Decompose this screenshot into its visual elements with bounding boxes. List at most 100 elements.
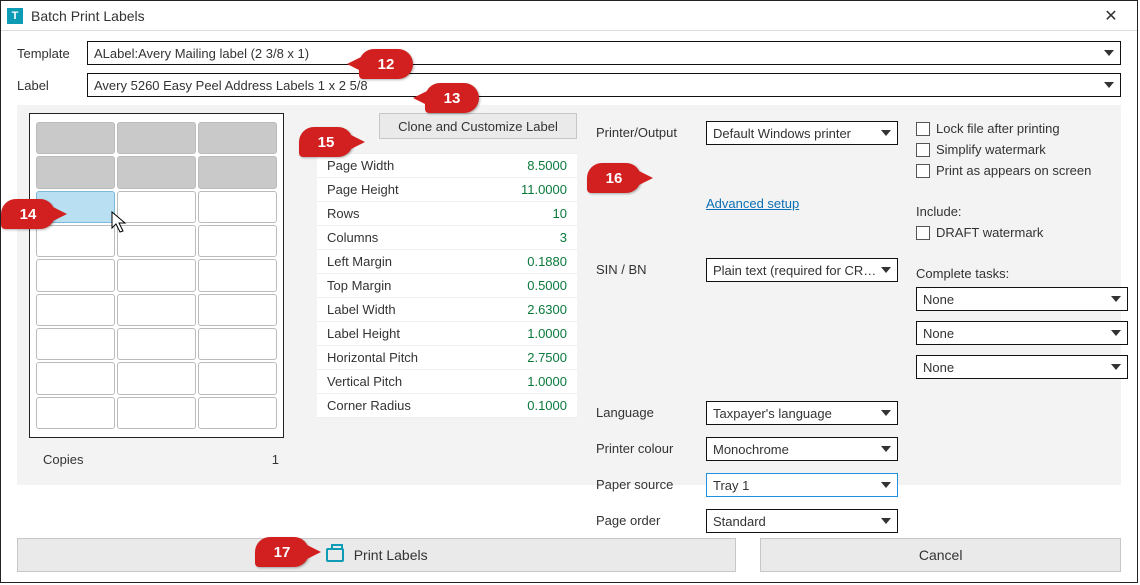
spec-label: Horizontal Pitch [327,350,418,365]
draft-watermark-label: DRAFT watermark [936,225,1043,240]
clone-customize-button[interactable]: Clone and Customize Label [379,113,577,139]
spec-value: 8.5000 [527,158,567,173]
spec-row: Horizontal Pitch 2.7500 [317,346,577,370]
template-label: Template [17,46,87,61]
lock-file-checkbox[interactable] [916,122,930,136]
complete-task-select-3[interactable]: None [916,355,1128,379]
print-as-screen-label: Print as appears on screen [936,163,1091,178]
chevron-down-icon [881,482,891,488]
spec-label: Left Margin [327,254,392,269]
simplify-watermark-label: Simplify watermark [936,142,1046,157]
printer-icon [326,548,344,562]
complete-task-select-1[interactable]: None [916,287,1128,311]
sin-bn-select[interactable]: Plain text (required for CRA co [706,258,898,282]
spec-label: Corner Radius [327,398,411,413]
chevron-down-icon [1104,50,1114,56]
chevron-down-icon [881,267,891,273]
label-value: Avery 5260 Easy Peel Address Labels 1 x … [94,78,1104,93]
language-select[interactable]: Taxpayer's language [706,401,898,425]
label-cell[interactable] [36,122,115,154]
label-cell[interactable] [198,259,277,291]
page-order-label: Page order [596,509,696,533]
spec-row: Vertical Pitch1.0000 [317,370,577,394]
complete-task-select-2[interactable]: None [916,321,1128,345]
printer-colour-select[interactable]: Monochrome [706,437,898,461]
draft-watermark-checkbox[interactable] [916,226,930,240]
spec-label: Label Height [327,326,400,341]
spec-label: Label Width [327,302,396,317]
label-cell[interactable] [36,225,115,257]
callout-14: 14 [1,199,55,229]
label-cell[interactable] [36,362,115,394]
chevron-down-icon [881,130,891,136]
label-cell[interactable] [117,397,196,429]
spec-label: Columns [327,230,378,245]
complete-task-value-1: None [923,292,1111,307]
copies-label: Copies [43,452,83,467]
paper-source-select[interactable]: Tray 1 [706,473,898,497]
close-icon[interactable]: ✕ [1091,2,1131,30]
template-select[interactable]: ALabel:Avery Mailing label (2 3/8 x 1) [87,41,1121,65]
label-cell[interactable] [117,156,196,188]
spec-value: 0.5000 [527,278,567,293]
complete-task-value-3: None [923,360,1111,375]
printer-output-select[interactable]: Default Windows printer [706,121,898,145]
label-cell[interactable] [198,362,277,394]
print-labels-label: Print Labels [354,547,428,563]
spec-row: Top Margin 0.5000 [317,274,577,298]
spec-value: 2.6300 [527,302,567,317]
label-select[interactable]: Avery 5260 Easy Peel Address Labels 1 x … [87,73,1121,97]
chevron-down-icon [1104,82,1114,88]
spec-value: 1.0000 [527,326,567,341]
callout-17: 17 [255,537,309,567]
callout-13: 13 [425,83,479,113]
label-cell[interactable] [117,362,196,394]
label-cell[interactable] [198,191,277,223]
complete-task-value-2: None [923,326,1111,341]
advanced-setup-link[interactable]: Advanced setup [706,196,799,211]
label-cell[interactable] [198,294,277,326]
cursor-icon [111,211,131,235]
label-cell[interactable] [198,225,277,257]
label-cell[interactable] [117,122,196,154]
print-labels-button[interactable]: Print Labels [17,538,736,572]
label-label: Label [17,78,87,93]
spec-value: 0.1880 [527,254,567,269]
label-sheet-preview[interactable] [29,113,284,438]
page-order-select[interactable]: Standard [706,509,898,533]
spec-label: Vertical Pitch [327,374,402,389]
label-cell[interactable] [36,259,115,291]
label-cell[interactable] [198,328,277,360]
app-icon: T [7,8,23,24]
printer-colour-value: Monochrome [713,442,881,457]
label-cell[interactable] [117,328,196,360]
spec-label: Top Margin [327,278,391,293]
simplify-watermark-checkbox[interactable] [916,143,930,157]
spec-label: Rows [327,206,360,221]
label-cell[interactable] [36,397,115,429]
spec-row: Rows10 [317,202,577,226]
complete-tasks-heading: Complete tasks: [916,266,1136,281]
cancel-button[interactable]: Cancel [760,538,1121,572]
copies-value: 1 [272,452,279,467]
cancel-label: Cancel [919,547,963,563]
label-cell[interactable] [36,294,115,326]
label-cell[interactable] [198,397,277,429]
spec-value: 2.7500 [527,350,567,365]
spec-row: Columns3 [317,226,577,250]
spec-value: 11.0000 [521,182,567,197]
label-cell[interactable] [198,156,277,188]
spec-label: Page Width [327,158,394,173]
label-cell[interactable] [117,259,196,291]
lock-file-label: Lock file after printing [936,121,1060,136]
include-heading: Include: [916,204,1136,219]
label-cell[interactable] [198,122,277,154]
label-cell[interactable] [117,294,196,326]
label-cell[interactable] [36,156,115,188]
chevron-down-icon [881,410,891,416]
label-cell[interactable] [36,328,115,360]
spec-row: Left Margin 0.1880 [317,250,577,274]
spec-row: Page Width 8.5000 [317,154,577,178]
print-as-screen-checkbox[interactable] [916,164,930,178]
spec-label: Page Height [327,182,399,197]
